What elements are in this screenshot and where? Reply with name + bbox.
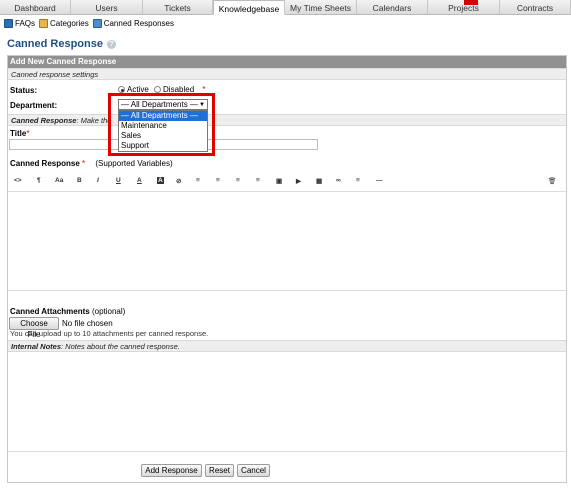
tab-users[interactable]: Users: [71, 0, 143, 15]
outdent-icon[interactable]: ≡: [236, 177, 240, 184]
cancel-button[interactable]: Cancel: [237, 464, 270, 477]
underline-icon[interactable]: U: [116, 177, 121, 184]
nav-marker: [464, 0, 478, 5]
top-nav: Dashboard Users Tickets Knowledgebase My…: [0, 0, 571, 16]
tab-calendars[interactable]: Calendars: [357, 0, 428, 15]
categories-icon: [39, 18, 49, 28]
unordered-list-icon[interactable]: ≡: [196, 177, 200, 184]
canned-response-form: Add New Canned Response Canned response …: [7, 55, 567, 483]
ordered-list-icon[interactable]: ≡: [216, 177, 220, 184]
subnav-canned-label: Canned Responses: [103, 18, 174, 28]
table-icon[interactable]: ▦: [316, 177, 322, 185]
attachments-optional: (optional): [91, 307, 126, 316]
status-label: Status:: [10, 86, 38, 95]
tab-my-time-sheets[interactable]: My Time Sheets: [285, 0, 357, 15]
annotation-highlight-box: [108, 93, 215, 156]
department-label: Department:: [10, 101, 58, 110]
align-icon[interactable]: ≡: [356, 177, 360, 184]
tab-knowledgebase[interactable]: Knowledgebase: [213, 0, 285, 15]
no-file-chosen: No file chosen: [62, 319, 113, 328]
font-size-icon[interactable]: Aa: [55, 177, 63, 184]
faq-icon: [4, 18, 13, 28]
response-editor[interactable]: [8, 191, 566, 291]
link-icon[interactable]: ∞: [336, 177, 341, 184]
clear-format-icon[interactable]: ⊘: [176, 177, 181, 185]
tab-tickets[interactable]: Tickets: [143, 0, 213, 15]
subnav-faqs-label: FAQs: [15, 18, 36, 28]
supported-variables-link[interactable]: (Supported Variables): [95, 159, 172, 168]
title-label: Title*: [10, 129, 29, 138]
subnav-canned-responses[interactable]: Canned Responses: [92, 18, 174, 28]
response-required-mark: *: [82, 159, 86, 168]
attachments-label-text: Canned Attachments: [10, 307, 90, 316]
subnav-categories[interactable]: Categories: [39, 18, 89, 28]
canned-response-subheader: Canned Response: Make the: [8, 114, 566, 126]
canned-sub-label: Canned Response: [11, 116, 77, 125]
subnav-faqs[interactable]: FAQs: [4, 18, 36, 28]
internal-notes-subheader: Internal Notes: Notes about the canned r…: [8, 340, 566, 352]
tab-dashboard[interactable]: Dashboard: [0, 0, 71, 15]
canned-sub-text: : Make the: [76, 116, 112, 125]
reset-button[interactable]: Reset: [205, 464, 234, 477]
help-icon[interactable]: ?: [106, 39, 116, 49]
italic-icon[interactable]: I: [97, 177, 99, 184]
font-color-icon[interactable]: A: [137, 177, 142, 184]
tab-contracts[interactable]: Contracts: [500, 0, 571, 15]
subnav-categories-label: Categories: [50, 18, 89, 28]
trash-icon[interactable]: 🗑: [548, 177, 556, 185]
settings-subheader: Canned response settings: [8, 68, 566, 80]
horizontal-rule-icon[interactable]: —: [376, 177, 383, 184]
page-title-text: Canned Response: [7, 38, 103, 50]
internal-notes-text: : Notes about the canned response.: [61, 342, 180, 351]
response-label: Canned Response * (Supported Variables): [10, 159, 173, 168]
internal-notes-editor[interactable]: [8, 354, 566, 452]
canned-responses-icon: [92, 18, 102, 28]
background-color-icon[interactable]: A: [157, 177, 164, 184]
title-label-text: Title: [10, 129, 27, 138]
attachments-label: Canned Attachments (optional): [10, 307, 125, 316]
page-title: Canned Response ?: [7, 38, 116, 50]
form-header: Add New Canned Response: [8, 56, 566, 68]
paragraph-icon[interactable]: ¶: [37, 177, 41, 184]
add-response-button[interactable]: Add Response: [141, 464, 202, 477]
upload-note: You can upload up to 10 attachments per …: [10, 329, 209, 338]
indent-icon[interactable]: ≡: [256, 177, 260, 184]
video-icon[interactable]: ▶: [296, 177, 301, 185]
sub-nav: FAQs Categories Canned Responses: [0, 16, 178, 30]
internal-notes-label: Internal Notes: [11, 342, 62, 351]
source-icon[interactable]: <>: [14, 177, 22, 184]
image-icon[interactable]: ▣: [276, 177, 282, 185]
bold-icon[interactable]: B: [77, 177, 82, 184]
response-label-text: Canned Response: [10, 159, 80, 168]
title-required-mark: *: [26, 129, 30, 138]
